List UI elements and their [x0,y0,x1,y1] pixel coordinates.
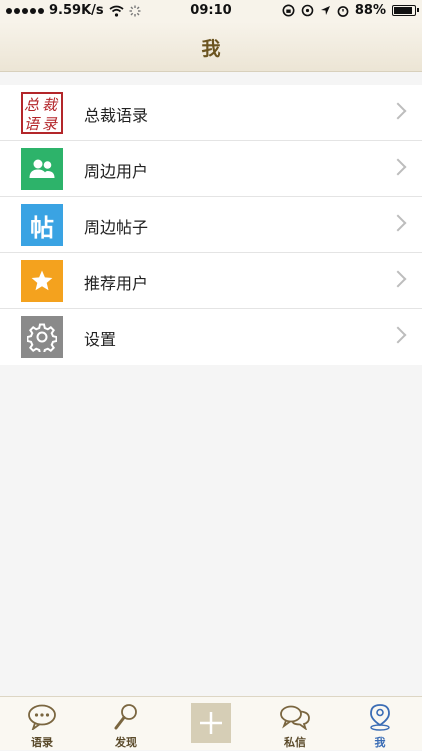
chevron-right-icon [389,102,407,120]
menu-item-label: 周边帖子 [84,218,149,237]
tab-label: 私信 [284,736,306,749]
location-arrow-icon [320,6,330,15]
battery-fill [394,7,412,14]
menu-item-label: 总裁语录 [84,106,149,125]
menu-item-nearby-posts[interactable]: 帖 周边帖子 [0,197,422,253]
tab-label: 发现 [115,736,137,749]
menu-item-label: 推荐用户 [84,274,149,293]
alarm-clock-icon [337,5,349,17]
quote-seal-icon: 总 裁 语 录 [21,92,63,134]
battery-icon [392,5,419,16]
tab-quotes[interactable]: 语录 [7,697,77,751]
page-title: 我 [201,38,221,60]
tab-me[interactable]: 我 [345,697,415,751]
messages-icon [279,702,311,732]
menu-item-quotes[interactable]: 总 裁 语 录 总裁语录 [0,85,422,141]
chevron-right-icon [389,158,407,176]
alarm-sync-icon [301,4,314,17]
tab-bar: 语录 发现 私信 我 [0,696,422,750]
star-icon [21,260,63,302]
menu-item-recommended-users[interactable]: 推荐用户 [0,253,422,309]
menu-item-label: 周边用户 [84,162,149,181]
magnifier-icon [113,702,139,732]
profile-pin-icon [367,702,393,732]
tab-messages[interactable]: 私信 [260,697,330,751]
svg-text:语: 语 [24,115,41,133]
svg-text:总: 总 [24,96,39,114]
menu-item-nearby-users[interactable]: 周边用户 [0,141,422,197]
battery-percent: 88% [354,3,386,18]
tab-label: 我 [374,736,386,749]
navigation-bar: 我 [0,22,422,72]
chevron-right-icon [389,326,407,344]
plus-icon [200,712,222,734]
status-bar: 9.59K/s 09:10 88% [0,0,422,22]
add-button[interactable] [191,703,231,743]
menu-item-settings[interactable]: 设置 [0,309,422,365]
svg-text:录: 录 [42,115,58,133]
nearby-posts-icon: 帖 [21,204,63,246]
chevron-right-icon [389,214,407,232]
rotation-lock-icon [282,4,295,17]
profile-menu: 总 裁 语 录 总裁语录 周边用户 帖 周边帖子 推荐用户 设置 [0,85,422,365]
nearby-users-icon [21,148,63,190]
chat-bubble-icon [27,702,57,732]
menu-item-label: 设置 [84,330,117,349]
chevron-right-icon [389,270,407,288]
gear-icon [21,316,63,358]
tab-discover[interactable]: 发现 [91,697,161,751]
posts-glyph: 帖 [30,213,54,242]
svg-text:裁: 裁 [42,96,59,114]
status-right: 88% [282,3,419,18]
tab-label: 语录 [31,736,53,749]
